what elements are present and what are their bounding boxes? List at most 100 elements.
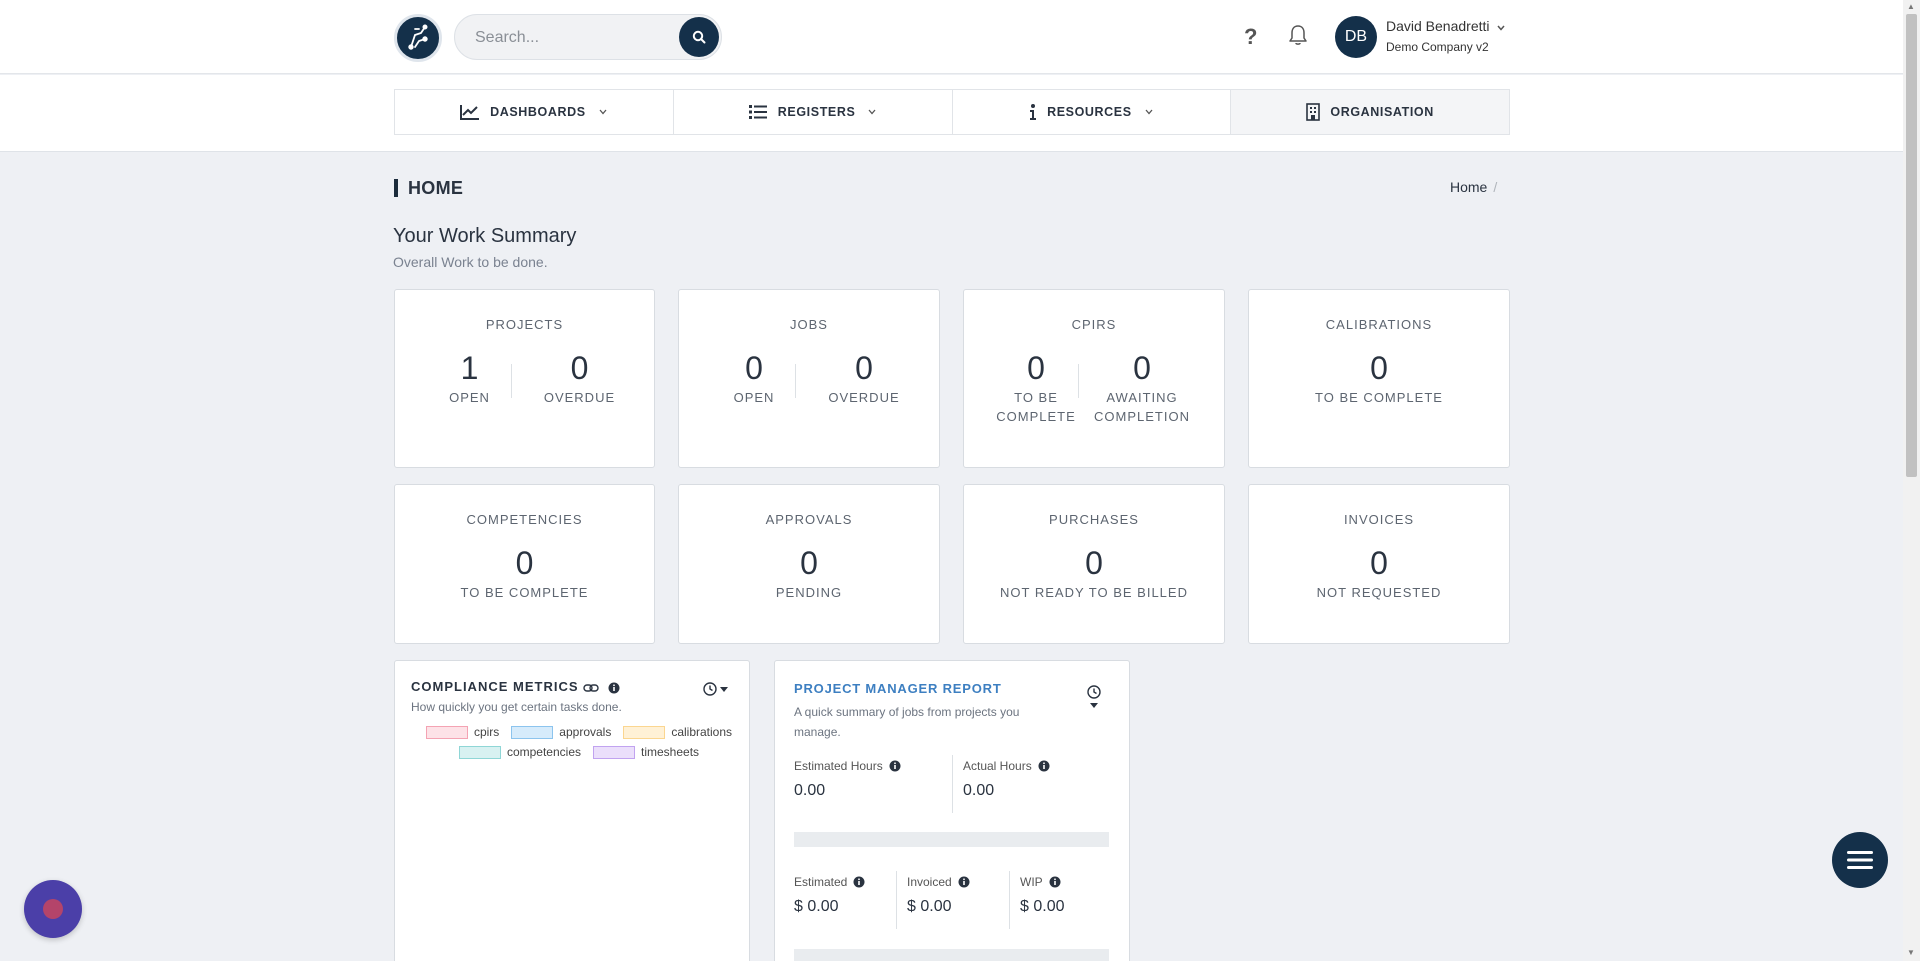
breadcrumb-home[interactable]: Home	[1450, 179, 1487, 195]
stat-overdue[interactable]: 0 OVERDUE	[525, 350, 635, 407]
stat-label: OPEN	[733, 390, 775, 405]
user-name[interactable]: David Benadretti	[1386, 18, 1490, 34]
stat-label: TO BE COMPLETE	[1315, 390, 1443, 405]
legend-item-timesheets[interactable]: timesheets	[593, 745, 699, 759]
summary-title: Your Work Summary	[393, 225, 577, 247]
info-circle-icon[interactable]	[853, 876, 865, 888]
breadcrumb: Home /	[1450, 179, 1497, 195]
competencies-card[interactable]: COMPETENCIES 0 TO BE COMPLETE	[394, 484, 655, 644]
legend-item-competencies[interactable]: competencies	[458, 745, 581, 759]
chat-widget-button[interactable]	[24, 880, 82, 938]
stat-awaiting-completion[interactable]: 0 AWAITING COMPLETION	[1084, 350, 1200, 426]
card-title: JOBS	[790, 317, 828, 332]
stat-open[interactable]: 1 OPEN	[415, 350, 525, 407]
time-range-dropdown[interactable]	[1087, 685, 1101, 709]
search-button[interactable]	[679, 17, 719, 57]
legend-swatch	[425, 725, 468, 739]
notifications-button[interactable]	[1288, 24, 1308, 51]
stat-label: TO BE COMPLETE	[988, 388, 1084, 426]
legend-label: timesheets	[641, 745, 700, 759]
logo-icon	[408, 24, 428, 50]
time-range-dropdown[interactable]	[703, 682, 729, 696]
purchases-card[interactable]: PURCHASES 0 NOT READY TO BE BILLED	[963, 484, 1225, 644]
invoiced-value: $ 0.00	[907, 898, 952, 915]
stat-value: 0	[1370, 350, 1388, 386]
help-button[interactable]: ?	[1244, 24, 1257, 50]
stat-label: NOT READY TO BE BILLED	[1000, 585, 1188, 600]
nav-dashboards[interactable]: DASHBOARDS	[395, 90, 674, 134]
info-circle-icon[interactable]	[1038, 760, 1050, 772]
legend-item-calibrations[interactable]: calibrations	[623, 725, 732, 739]
estimated-label: Estimated	[794, 875, 865, 889]
stat-open[interactable]: 0 OPEN	[699, 350, 809, 407]
divider	[795, 364, 796, 398]
stat-not-requested[interactable]: 0 NOT REQUESTED	[1249, 545, 1509, 602]
panel-title[interactable]: PROJECT MANAGER REPORT	[794, 681, 1002, 696]
panel-title: COMPLIANCE METRICS	[411, 679, 620, 694]
scroll-down-arrow[interactable]: ▼	[1907, 948, 1915, 957]
stat-label: PENDING	[775, 585, 843, 600]
info-circle-icon[interactable]	[1049, 876, 1061, 888]
invoices-card[interactable]: INVOICES 0 NOT REQUESTED	[1248, 484, 1510, 644]
stat-value: 0	[1133, 350, 1151, 386]
legend-item-approvals[interactable]: approvals	[511, 725, 611, 739]
info-circle-icon[interactable]	[958, 876, 970, 888]
chat-icon	[43, 899, 63, 919]
card-stats: 0 OPEN 0 OVERDUE	[679, 350, 939, 407]
nav-registers[interactable]: REGISTERS	[674, 90, 953, 134]
approvals-card[interactable]: APPROVALS 0 PENDING	[678, 484, 940, 644]
card-title: CPIRS	[1071, 317, 1117, 332]
stat-to-be-complete[interactable]: 0 TO BE COMPLETE	[1249, 350, 1509, 407]
clock-icon	[1087, 685, 1101, 699]
search-input[interactable]	[475, 27, 655, 49]
label-text: WIP	[1020, 875, 1043, 889]
legend-item-cpirs[interactable]: cpirs	[425, 725, 500, 739]
info-circle-icon[interactable]	[889, 760, 901, 772]
floating-menu-button[interactable]	[1832, 832, 1888, 888]
caret-down-icon	[720, 687, 728, 692]
stat-not-ready-to-be-billed[interactable]: 0 NOT READY TO BE BILLED	[964, 545, 1224, 602]
link-icon[interactable]	[583, 683, 599, 693]
user-menu-chevron[interactable]	[1496, 20, 1506, 38]
actual-hours-label: Actual Hours	[963, 759, 1050, 773]
card-title: COMPETENCIES	[466, 512, 583, 527]
cpirs-card[interactable]: CPIRS 0 TO BE COMPLETE 0 AWAITING COMPLETI…	[963, 289, 1225, 468]
divider	[1078, 364, 1079, 398]
stat-value: 0	[1027, 350, 1045, 386]
scroll-up-arrow[interactable]: ▲	[1907, 2, 1915, 11]
legend-swatch	[458, 745, 501, 759]
breadcrumb-separator: /	[1493, 179, 1498, 195]
stat-value: 0	[745, 350, 763, 386]
projects-card[interactable]: PROJECTS 1 OPEN 0 OVERDUE	[394, 289, 655, 468]
stat-label: TO BE COMPLETE	[460, 585, 589, 600]
calibrations-card[interactable]: CALIBRATIONS 0 TO BE COMPLETE	[1248, 289, 1510, 468]
nav-organisation[interactable]: ORGANISATION	[1231, 90, 1509, 134]
page-title: HOME	[394, 179, 463, 197]
stat-label: OVERDUE	[828, 390, 900, 405]
stat-overdue[interactable]: 0 OVERDUE	[809, 350, 919, 407]
app-logo[interactable]	[394, 14, 442, 62]
jobs-card[interactable]: JOBS 0 OPEN 0 OVERDUE	[678, 289, 940, 468]
scrollbar-thumb[interactable]	[1906, 14, 1917, 477]
avatar[interactable]: DB	[1335, 16, 1377, 58]
nav-registers-label: REGISTERS	[777, 105, 856, 119]
hamburger-icon	[1847, 851, 1873, 869]
card-title: PROJECTS	[485, 317, 564, 332]
clock-icon	[703, 682, 717, 696]
stat-value: 1	[460, 350, 479, 386]
label-text: Estimated	[794, 875, 848, 889]
stat-pending[interactable]: 0 PENDING	[679, 545, 939, 602]
info-circle-icon[interactable]	[608, 682, 620, 694]
stat-label-line: COMPLETE	[996, 409, 1076, 424]
stat-to-be-complete[interactable]: 0 TO BE COMPLETE	[395, 545, 654, 602]
stat-value: 0	[855, 350, 873, 386]
divider	[511, 364, 512, 398]
legend-label: calibrations	[671, 725, 733, 739]
main-nav: DASHBOARDS REGISTERS RESOURCES ORGANISAT…	[394, 89, 1510, 135]
invoiced-label: Invoiced	[907, 875, 970, 889]
stat-to-be-complete[interactable]: 0 TO BE COMPLETE	[988, 350, 1084, 426]
legend-swatch	[623, 725, 666, 739]
nav-resources[interactable]: RESOURCES	[953, 90, 1232, 134]
legend-label: cpirs	[473, 725, 500, 739]
project-manager-report-panel: PROJECT MANAGER REPORT A quick summary o…	[774, 660, 1130, 961]
